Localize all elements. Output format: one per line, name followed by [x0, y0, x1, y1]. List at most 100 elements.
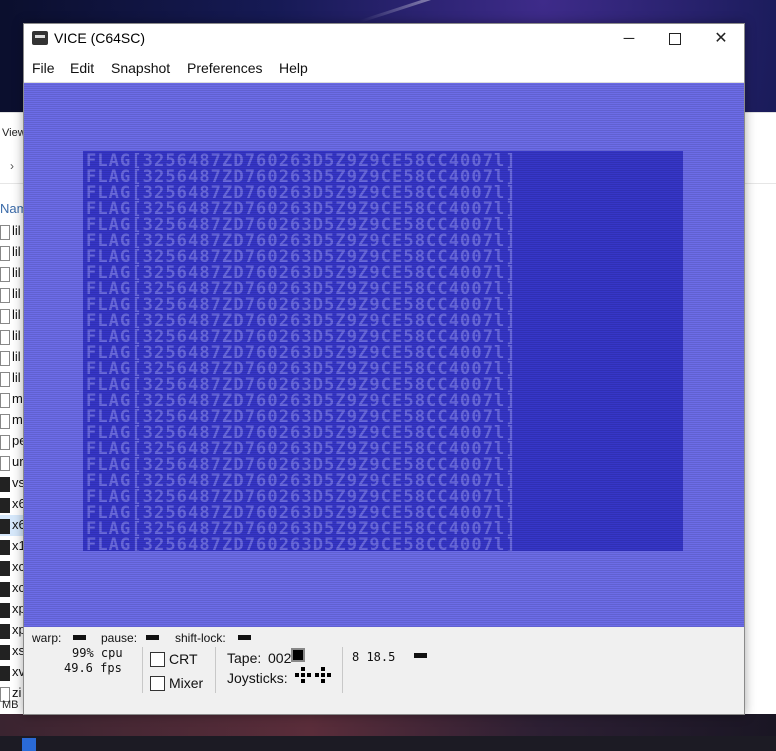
executable-icon	[0, 561, 10, 576]
c64-text-line: FLAG[3256487ZD760263D5Z9Z9CE58CC4007l]	[86, 297, 517, 313]
list-item[interactable]: x1	[0, 536, 26, 557]
close-button[interactable]: ✕	[698, 24, 744, 54]
list-item[interactable]: lil	[0, 368, 24, 389]
menu-file[interactable]: File	[32, 60, 55, 76]
minimize-button[interactable]: ─	[606, 24, 652, 54]
file-icon	[0, 372, 10, 387]
list-item[interactable]: lil	[0, 263, 24, 284]
c64-text-line: FLAG[3256487ZD760263D5Z9Z9CE58CC4007l]	[86, 473, 517, 489]
start-icon[interactable]	[22, 738, 36, 751]
executable-icon	[0, 477, 10, 492]
crt-checkbox[interactable]	[150, 652, 165, 667]
list-item[interactable]: vs	[0, 473, 25, 494]
drive-status: 8 18.5	[352, 650, 396, 664]
c64-text-line: FLAG[3256487ZD760263D5Z9Z9CE58CC4007l]	[86, 441, 517, 457]
executable-icon	[0, 540, 10, 555]
c64-text-line: FLAG[3256487ZD760263D5Z9Z9CE58CC4007l]	[86, 265, 517, 281]
joystick-1-icon[interactable]	[295, 667, 311, 683]
c64-text-line: FLAG[3256487ZD760263D5Z9Z9CE58CC4007l]	[86, 521, 517, 537]
list-item[interactable]: lil	[0, 305, 24, 326]
list-item[interactable]: lil	[0, 326, 24, 347]
pause-indicator[interactable]	[146, 635, 159, 640]
file-icon	[0, 288, 10, 303]
menu-edit[interactable]: Edit	[70, 60, 94, 76]
c64-text-line: FLAG[3256487ZD760263D5Z9Z9CE58CC4007l]	[86, 345, 517, 361]
menu-help[interactable]: Help	[279, 60, 308, 76]
list-item[interactable]: xc	[0, 557, 25, 578]
list-item-selected[interactable]: x6	[0, 515, 26, 536]
joystick-2-icon[interactable]	[315, 667, 331, 683]
menu-bar: File Edit Snapshot Preferences Help	[24, 54, 744, 83]
warp-indicator[interactable]	[73, 635, 86, 640]
list-item[interactable]: lil	[0, 347, 24, 368]
list-item[interactable]: xv	[0, 662, 25, 683]
list-item[interactable]: m	[0, 410, 24, 431]
c64-text-line: FLAG[3256487ZD760263D5Z9Z9CE58CC4007l]	[86, 393, 517, 409]
vice-window: VICE (C64SC) ─ ✕ File Edit Snapshot Pref…	[23, 23, 745, 715]
menu-preferences[interactable]: Preferences	[187, 60, 262, 76]
c64-text-line: FLAG[3256487ZD760263D5Z9Z9CE58CC4007l]	[86, 201, 517, 217]
list-item[interactable]: lil	[0, 221, 24, 242]
c64-text-line: FLAG[3256487ZD760263D5Z9Z9CE58CC4007l]	[86, 217, 517, 233]
c64-text-line: FLAG[3256487ZD760263D5Z9Z9CE58CC4007l]	[86, 329, 517, 345]
file-list: lil lil lil lil lil lil lil lil m m pe u…	[0, 221, 26, 704]
list-item[interactable]: pe	[0, 431, 26, 452]
c64-text-line: FLAG[3256487ZD760263D5Z9Z9CE58CC4007l]	[86, 489, 517, 505]
warp-label: warp:	[32, 631, 62, 645]
shift-lock-indicator[interactable]	[238, 635, 251, 640]
status-bar: warp: pause: shift-lock: 99% cpu 49.6 fp…	[24, 627, 744, 714]
list-item[interactable]: x6	[0, 494, 26, 515]
file-icon	[0, 351, 10, 366]
executable-icon	[0, 519, 10, 534]
wallpaper-streak	[359, 0, 532, 23]
document-icon	[0, 435, 10, 450]
tape-counter: 002	[268, 650, 292, 666]
drive-led	[414, 653, 427, 658]
file-icon	[0, 246, 10, 261]
c64-text-output: FLAG[3256487ZD760263D5Z9Z9CE58CC4007l] FL…	[86, 153, 658, 553]
maximize-icon	[669, 33, 681, 46]
separator	[342, 647, 343, 693]
c64-text-line: FLAG[3256487ZD760263D5Z9Z9CE58CC4007l]	[86, 153, 517, 169]
c64-text-line: FLAG[3256487ZD760263D5Z9Z9CE58CC4007l]	[86, 185, 517, 201]
c64-text-line: FLAG[3256487ZD760263D5Z9Z9CE58CC4007l]	[86, 537, 517, 553]
maximize-button[interactable]	[652, 24, 698, 54]
tape-control-button[interactable]	[291, 648, 305, 662]
executable-icon	[0, 624, 10, 639]
file-icon	[0, 267, 10, 282]
c64-text-line: FLAG[3256487ZD760263D5Z9Z9CE58CC4007l]	[86, 281, 517, 297]
separator	[142, 647, 143, 693]
list-item[interactable]: m	[0, 389, 24, 410]
c64-display[interactable]: FLAG[3256487ZD760263D5Z9Z9CE58CC4007l] FL…	[24, 83, 744, 627]
c64-text-line: FLAG[3256487ZD760263D5Z9Z9CE58CC4007l]	[86, 425, 517, 441]
taskbar	[0, 736, 776, 751]
executable-icon	[0, 645, 10, 660]
mixer-checkbox[interactable]	[150, 676, 165, 691]
title-bar[interactable]: VICE (C64SC) ─ ✕	[24, 24, 744, 54]
c64-text-line: FLAG[3256487ZD760263D5Z9Z9CE58CC4007l]	[86, 409, 517, 425]
list-item[interactable]: xp	[0, 599, 26, 620]
cpu-usage: 99% cpu	[72, 646, 123, 660]
vice-app-icon	[32, 31, 48, 45]
file-icon	[0, 309, 10, 324]
list-item[interactable]: xp	[0, 620, 26, 641]
file-icon	[0, 414, 10, 429]
chevron-right-icon[interactable]: ›	[10, 159, 14, 173]
status-size-label: MB	[2, 699, 19, 711]
c64-text-line: FLAG[3256487ZD760263D5Z9Z9CE58CC4007l]	[86, 361, 517, 377]
crt-label: CRT	[169, 651, 198, 667]
pause-label: pause:	[101, 631, 138, 645]
separator	[215, 647, 216, 693]
c64-text-line: FLAG[3256487ZD760263D5Z9Z9CE58CC4007l]	[86, 169, 517, 185]
list-item[interactable]: ur	[0, 452, 24, 473]
c64-text-line: FLAG[3256487ZD760263D5Z9Z9CE58CC4007l]	[86, 249, 517, 265]
menu-snapshot[interactable]: Snapshot	[111, 60, 170, 76]
mixer-label: Mixer	[169, 675, 204, 691]
list-item[interactable]: xs	[0, 641, 25, 662]
list-item[interactable]: xc	[0, 578, 25, 599]
executable-icon	[0, 603, 10, 618]
list-item[interactable]: lil	[0, 284, 24, 305]
c64-text-line: FLAG[3256487ZD760263D5Z9Z9CE58CC4007l]	[86, 233, 517, 249]
file-icon	[0, 330, 10, 345]
list-item[interactable]: lil	[0, 242, 24, 263]
